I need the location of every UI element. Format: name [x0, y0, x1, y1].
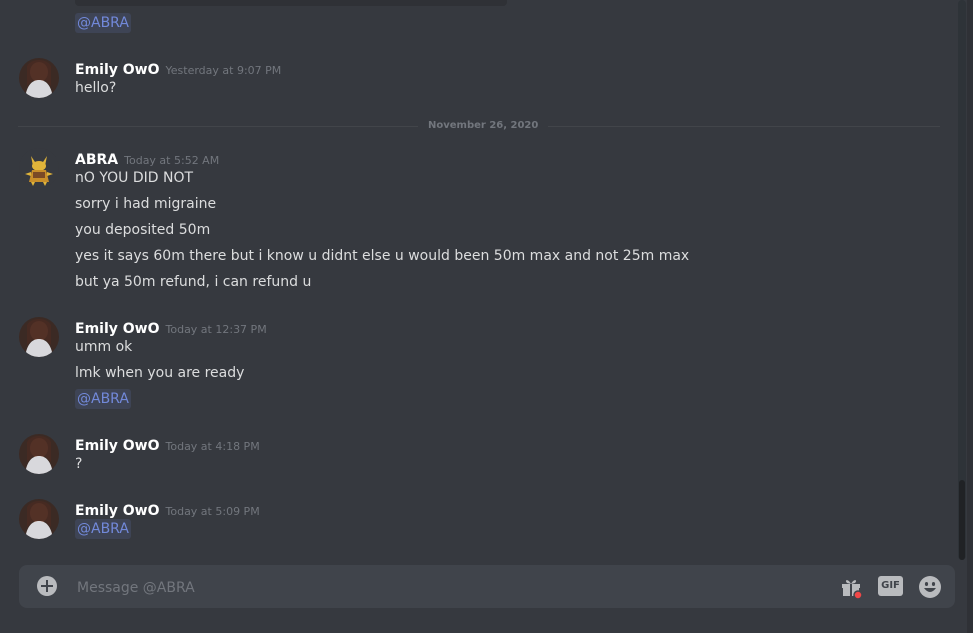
- message-text: sorry i had migraine: [75, 196, 217, 212]
- username[interactable]: ABRA: [75, 152, 118, 168]
- message-header: Emily OwO Yesterday at 9:07 PM: [75, 59, 281, 78]
- message-header: Emily OwO Today at 5:09 PM: [75, 500, 260, 519]
- message-input[interactable]: [75, 565, 779, 610]
- message-text: yes it says 60m there but i know u didnt…: [75, 248, 690, 264]
- avatar[interactable]: [19, 58, 59, 98]
- avatar[interactable]: [19, 434, 59, 474]
- scrollbar-track[interactable]: [958, 0, 966, 560]
- mention-abra[interactable]: @ABRA: [75, 519, 131, 539]
- date-divider-label: November 26, 2020: [418, 119, 549, 133]
- message-text: but ya 50m refund, i can refund u: [75, 274, 312, 290]
- message-text: hello?: [75, 80, 117, 96]
- timestamp: Today at 4:18 PM: [165, 440, 260, 453]
- username[interactable]: Emily OwO: [75, 62, 160, 78]
- mention-abra[interactable]: @ABRA: [75, 13, 131, 33]
- avatar[interactable]: [19, 499, 59, 539]
- message-header: ABRA Today at 5:52 AM: [75, 149, 219, 168]
- message-text: ?: [75, 456, 83, 472]
- username[interactable]: Emily OwO: [75, 503, 160, 519]
- embed-remnant: [75, 0, 507, 6]
- message-header: Emily OwO Today at 4:18 PM: [75, 435, 260, 454]
- username[interactable]: Emily OwO: [75, 438, 160, 454]
- message-text: @ABRA: [75, 519, 131, 539]
- timestamp: Today at 5:09 PM: [165, 505, 260, 518]
- message-text: @ABRA: [75, 389, 131, 409]
- right-edge: [967, 0, 973, 633]
- timestamp: Today at 12:37 PM: [165, 323, 267, 336]
- message-composer: GIF: [19, 565, 955, 610]
- avatar[interactable]: [19, 317, 59, 357]
- avatar[interactable]: [19, 148, 59, 188]
- message-text: lmk when you are ready: [75, 365, 245, 381]
- add-attachment-icon[interactable]: [37, 576, 57, 596]
- timestamp: Yesterday at 9:07 PM: [165, 64, 282, 77]
- message-text: you deposited 50m: [75, 222, 211, 238]
- scrollbar-thumb[interactable]: [959, 480, 965, 560]
- gift-icon[interactable]: [839, 575, 863, 600]
- mention-abra[interactable]: @ABRA: [75, 389, 131, 409]
- message-list: @ABRA Emily OwO Yesterday at 9:07 PM hell…: [0, 0, 958, 560]
- username[interactable]: Emily OwO: [75, 321, 160, 337]
- gif-icon[interactable]: GIF: [878, 576, 903, 596]
- timestamp: Today at 5:52 AM: [124, 154, 220, 167]
- message-header: Emily OwO Today at 12:37 PM: [75, 318, 267, 337]
- message-text: umm ok: [75, 339, 133, 355]
- message-text: nO YOU DID NOT: [75, 170, 194, 186]
- emoji-icon[interactable]: [918, 575, 942, 599]
